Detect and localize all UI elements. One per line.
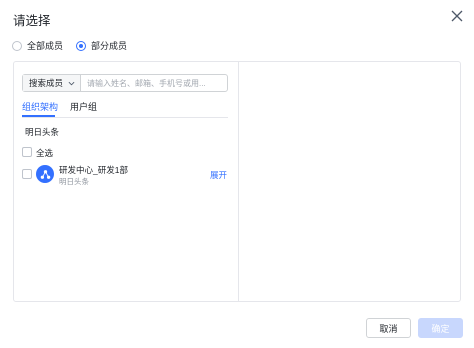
department-avatar <box>36 165 54 183</box>
scope-all-radio[interactable]: 全部成员 <box>12 39 63 52</box>
department-checkbox[interactable] <box>22 169 32 179</box>
search-type-select[interactable]: 搜索成员 <box>23 75 82 91</box>
search-type-label: 搜索成员 <box>29 78 64 88</box>
scope-partial-label: 部分成员 <box>91 41 128 51</box>
close-icon[interactable] <box>450 9 464 23</box>
tab-user-groups[interactable]: 用户组 <box>70 100 97 113</box>
cancel-button[interactable]: 取消 <box>366 318 411 338</box>
department-parent: 明日头条 <box>59 177 89 186</box>
member-scope-group: 全部成员 部分成员 <box>12 39 140 52</box>
scope-all-label: 全部成员 <box>27 41 64 51</box>
select-all-checkbox[interactable] <box>22 147 32 157</box>
breadcrumb[interactable]: 明日头条 <box>25 126 59 138</box>
scope-partial-radio[interactable]: 部分成员 <box>76 39 127 52</box>
radio-checked-icon <box>76 40 87 51</box>
tab-org-structure[interactable]: 组织架构 <box>22 100 58 113</box>
confirm-button[interactable]: 确定 <box>418 318 463 338</box>
tab-bar-divider <box>22 117 228 118</box>
radio-unchecked-icon <box>12 40 22 51</box>
dialog-title: 请选择 <box>13 14 51 28</box>
search-bar: 搜索成员 <box>22 74 228 92</box>
panel-divider <box>238 62 239 301</box>
select-all-label: 全选 <box>36 148 54 158</box>
search-input[interactable] <box>81 75 227 91</box>
active-tab-indicator <box>22 115 55 117</box>
expand-link[interactable]: 展开 <box>210 169 227 181</box>
department-name: 研发中心_研发1部 <box>59 165 128 175</box>
chevron-down-icon <box>68 81 75 85</box>
org-structure-icon <box>40 169 50 179</box>
